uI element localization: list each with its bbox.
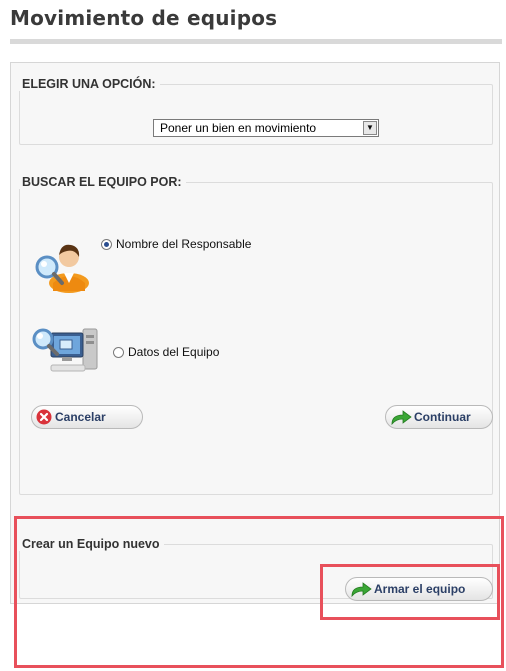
cancel-button[interactable]: Cancelar (31, 405, 143, 429)
radio-datos[interactable] (113, 346, 124, 358)
page-title: Movimiento de equipos (10, 6, 278, 30)
continue-button[interactable]: Continuar (385, 405, 493, 429)
cancel-label: Cancelar (55, 410, 106, 424)
radio-datos-label: Datos del Equipo (128, 345, 220, 359)
computer-search-icon (31, 321, 101, 385)
option-select-value: Poner un bien en movimiento (160, 121, 317, 135)
option-legend: ELEGIR UNA OPCIÓN: (22, 77, 156, 91)
radio-datos-row[interactable]: Datos del Equipo (113, 345, 219, 359)
radio-responsable[interactable] (101, 238, 112, 250)
radio-responsable-row[interactable]: Nombre del Responsable (101, 237, 251, 251)
user-search-icon (31, 233, 93, 295)
highlight-box-build-button (320, 564, 500, 620)
continue-label: Continuar (414, 410, 471, 424)
option-select[interactable]: Poner un bien en movimiento ▼ (153, 119, 379, 137)
search-legend: BUSCAR EL EQUIPO POR: (22, 175, 182, 189)
arrow-right-icon (391, 410, 412, 425)
radio-responsable-label: Nombre del Responsable (116, 237, 252, 251)
cancel-icon (36, 409, 52, 425)
dropdown-arrow-icon[interactable]: ▼ (363, 121, 377, 135)
title-divider (10, 39, 502, 44)
